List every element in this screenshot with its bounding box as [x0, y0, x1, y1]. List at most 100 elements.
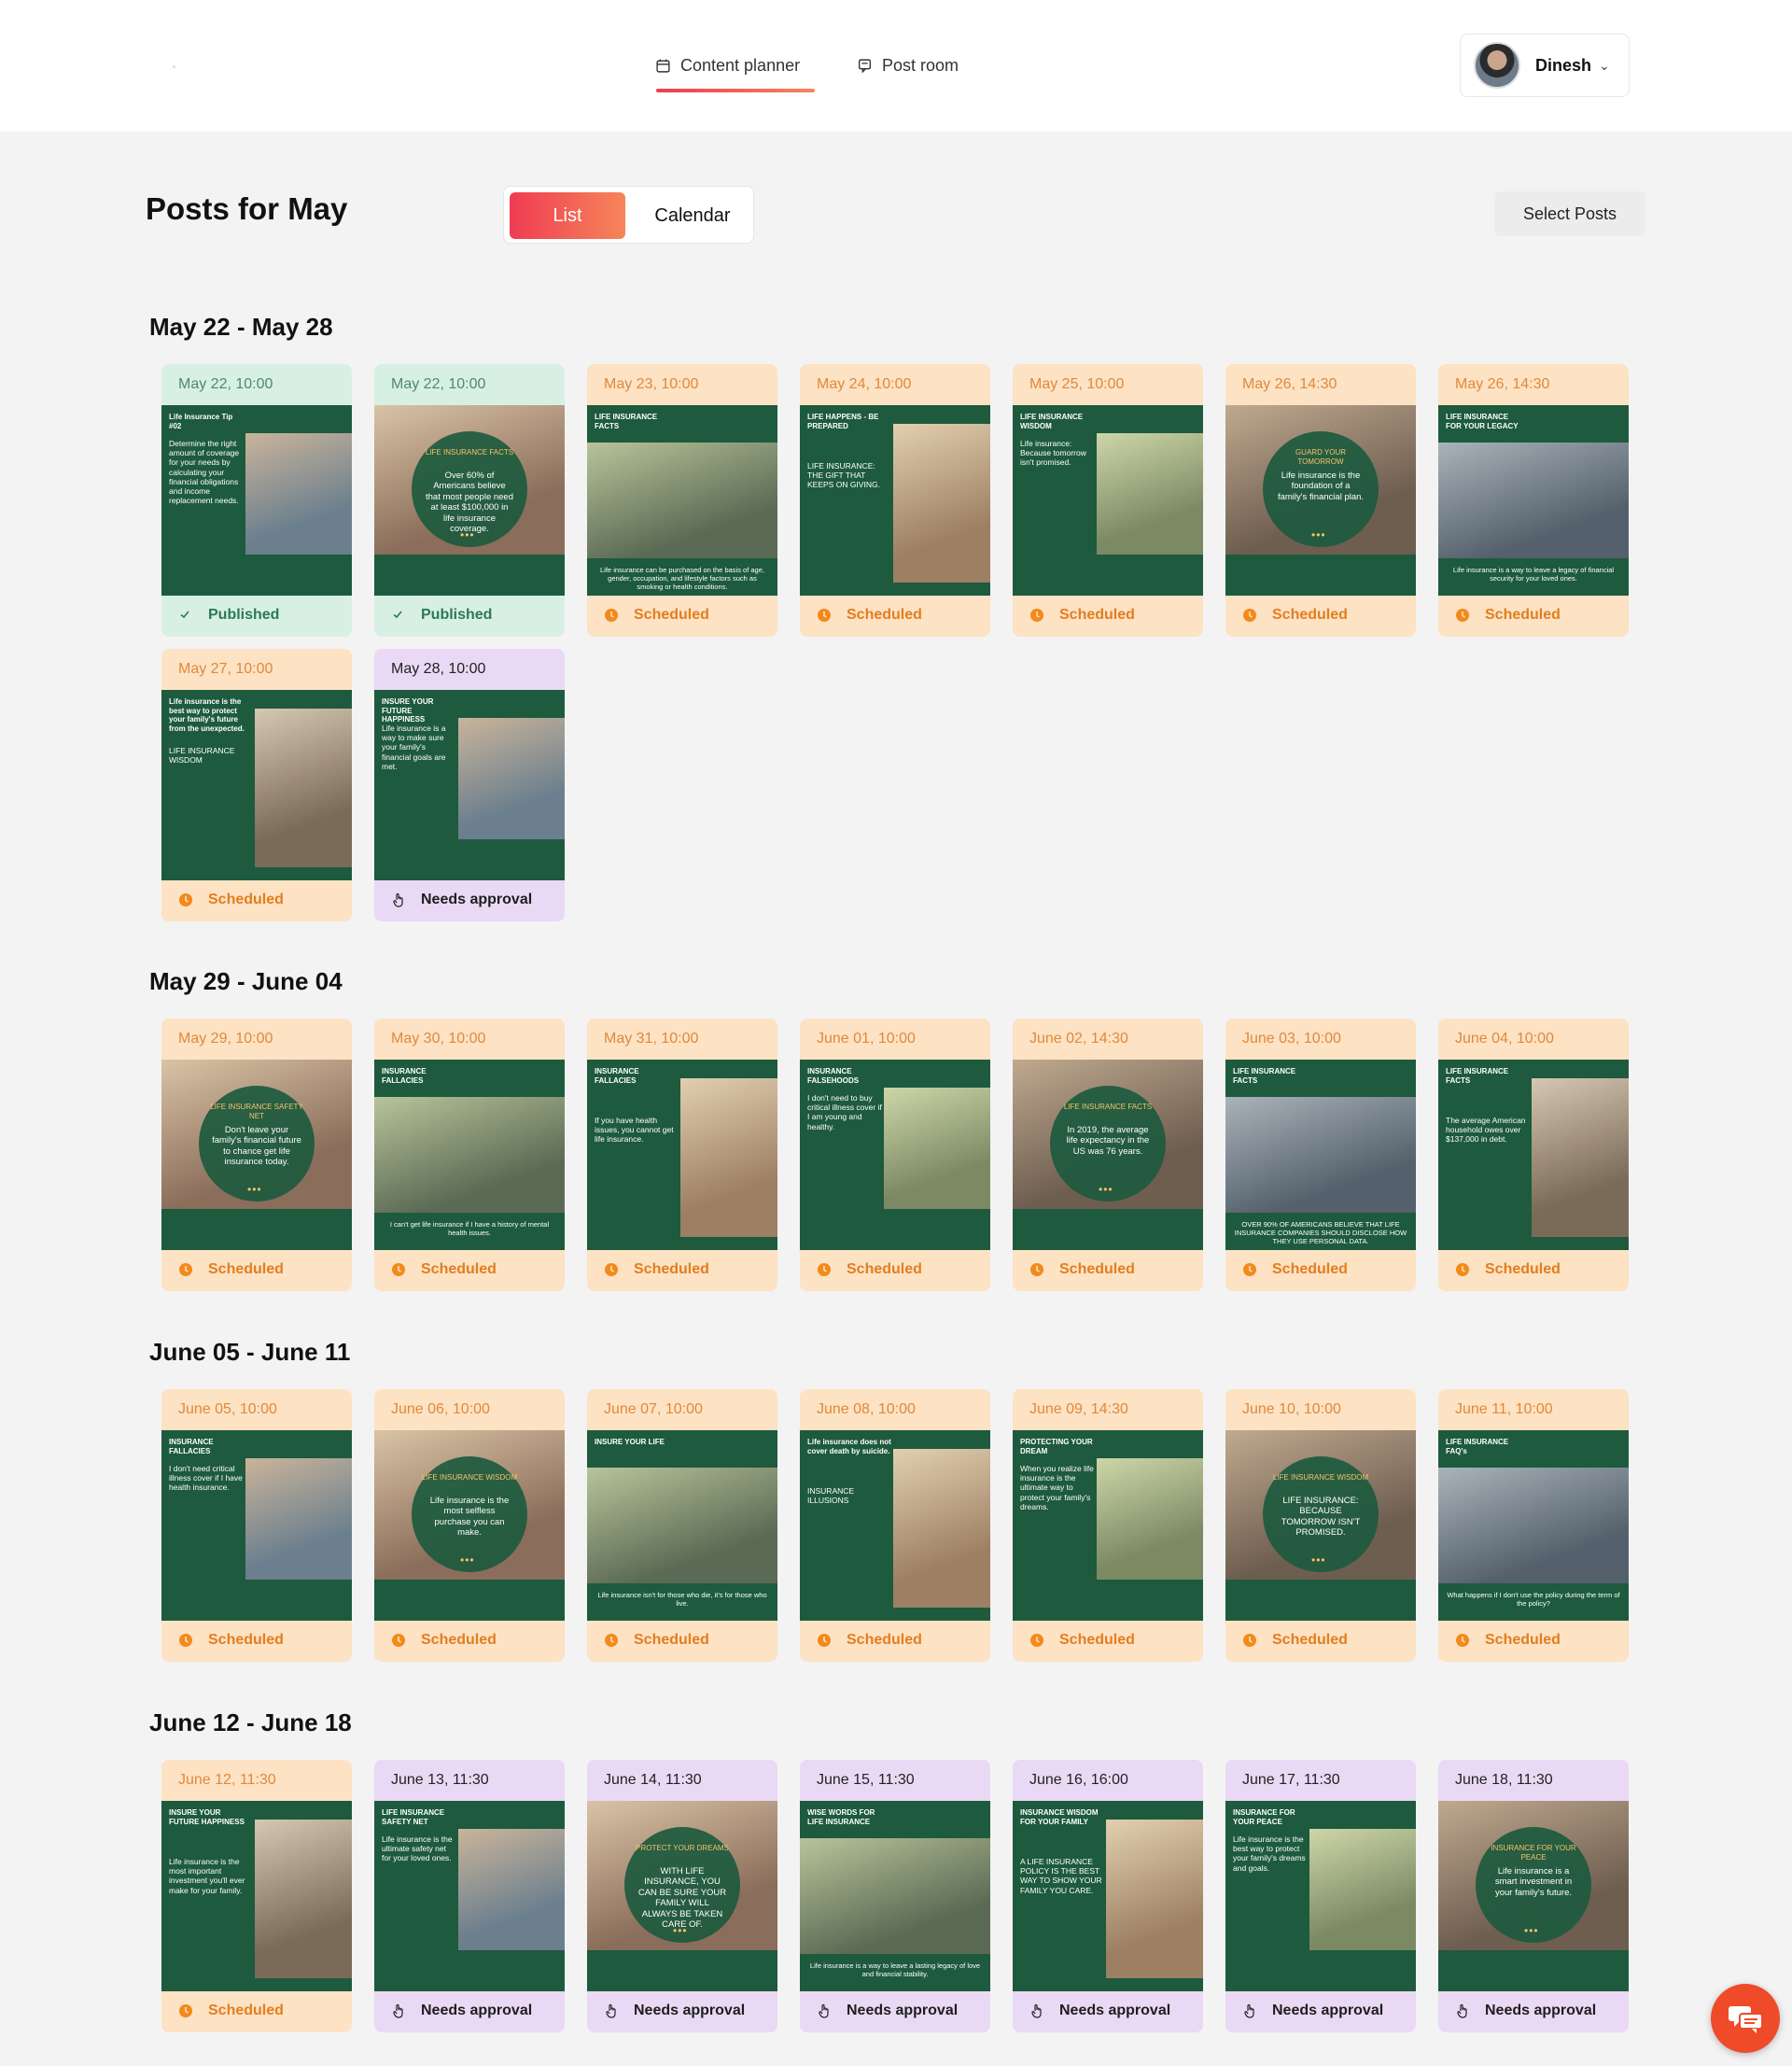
- post-date: June 15, 11:30: [817, 1772, 915, 1788]
- post-card[interactable]: May 30, 10:00 INSURANCE FALLACIES I can't …: [374, 1019, 565, 1291]
- week-title: May 29 - June 04: [149, 967, 343, 995]
- select-posts-button[interactable]: Select Posts: [1494, 191, 1645, 236]
- post-status: Scheduled: [178, 1632, 284, 1649]
- post-thumbnail: INSURANCE FALLACIES If you have health is…: [587, 1060, 777, 1250]
- chat-bubble-icon: [858, 58, 872, 74]
- post-photo: [458, 718, 565, 839]
- post-card[interactable]: June 06, 10:00 LIFE INSURANCE WISDOM Life …: [374, 1389, 565, 1662]
- post-heading: INSURANCE FALLACIES: [169, 1438, 214, 1455]
- post-date: May 29, 10:00: [178, 1031, 273, 1047]
- hand-pointer-icon: [604, 2003, 619, 2018]
- post-card[interactable]: June 05, 10:00 INSURANCE FALLACIES I don't…: [161, 1389, 352, 1662]
- post-status: Scheduled: [1242, 607, 1348, 624]
- top-navigation-bar: Content planner Post room Dinesh ⌄: [0, 0, 1792, 132]
- hand-pointer-icon: [1029, 2003, 1044, 2018]
- post-body: Don't leave your family's financial futu…: [212, 1125, 301, 1168]
- clock-icon: [817, 608, 832, 623]
- post-thumbnail: INSURE YOUR FUTURE HAPPINESS Life insuran…: [161, 1801, 352, 1991]
- post-thumbnail: LIFE HAPPENS - BE PREPARED LIFE INSURANCE…: [800, 405, 990, 596]
- clock-icon: [1455, 1633, 1470, 1648]
- post-heading: PROTECTING YOUR DREAM: [1020, 1438, 1093, 1455]
- post-body: What happens if I don't use the policy d…: [1447, 1591, 1620, 1608]
- post-status: Scheduled: [178, 892, 284, 908]
- post-card[interactable]: June 17, 11:30 INSURANCE FOR YOUR PEACE Li…: [1225, 1760, 1416, 2032]
- logo[interactable]: [173, 65, 175, 68]
- post-date: June 06, 10:00: [391, 1401, 490, 1417]
- post-body: A LIFE INSURANCE POLICY IS THE BEST WAY …: [1020, 1857, 1102, 1895]
- tab-content-planner[interactable]: Content planner: [655, 50, 800, 80]
- post-card[interactable]: June 08, 10:00 Life insurance does not co…: [800, 1389, 990, 1662]
- post-card[interactable]: June 03, 10:00 LIFE INSURANCE FACTS OVER 9…: [1225, 1019, 1416, 1291]
- post-card[interactable]: May 22, 10:00 LIFE INSURANCE FACTS Over 60…: [374, 364, 565, 637]
- post-heading: LIFE INSURANCE WISDOM: [421, 1473, 518, 1482]
- post-card[interactable]: June 16, 16:00 INSURANCE WISDOM FOR YOUR …: [1013, 1760, 1203, 2032]
- post-date: June 04, 10:00: [1455, 1031, 1554, 1047]
- clock-icon: [391, 1633, 406, 1648]
- decorative-band: [161, 562, 352, 596]
- user-name: Dinesh: [1535, 55, 1592, 75]
- clock-icon: [1242, 1262, 1257, 1277]
- post-card[interactable]: May 26, 14:30 GUARD YOUR TOMORROW Life ins…: [1225, 364, 1416, 637]
- chat-support-button[interactable]: [1711, 1984, 1780, 2053]
- post-card[interactable]: June 09, 14:30 PROTECTING YOUR DREAM When …: [1013, 1389, 1203, 1662]
- post-card[interactable]: June 11, 10:00 LIFE INSURANCE FAQ's What h…: [1438, 1389, 1629, 1662]
- post-status: Scheduled: [604, 1261, 709, 1278]
- post-card[interactable]: June 01, 10:00 INSURANCE FALSEHOODS I don'…: [800, 1019, 990, 1291]
- post-photo: [245, 1458, 352, 1580]
- post-status: Needs approval: [817, 2003, 958, 2019]
- post-card[interactable]: June 18, 11:30 INSURANCE FOR YOUR PEACE Li…: [1438, 1760, 1629, 2032]
- post-card[interactable]: May 22, 10:00 Life Insurance Tip #02 Deter…: [161, 364, 352, 637]
- post-card[interactable]: May 27, 10:00 Life insurance is the best …: [161, 649, 352, 921]
- post-card[interactable]: June 07, 10:00 INSURE YOUR LIFE Life insur…: [587, 1389, 777, 1662]
- post-body: Life insurance is the best way to protec…: [1233, 1834, 1306, 1873]
- post-card[interactable]: June 04, 10:00 LIFE INSURANCE FACTS The av…: [1438, 1019, 1629, 1291]
- post-card[interactable]: June 14, 11:30 PROTECT YOUR DREAMS WITH LI…: [587, 1760, 777, 2032]
- post-card[interactable]: May 25, 10:00 LIFE INSURANCE WISDOM Life i…: [1013, 364, 1203, 637]
- post-thumbnail: PROTECT YOUR DREAMS WITH LIFE INSURANCE, …: [587, 1801, 777, 1991]
- post-card[interactable]: May 23, 10:00 LIFE INSURANCE FACTS Life in…: [587, 364, 777, 637]
- post-thumbnail: LIFE INSURANCE FOR YOUR LEGACY Life insur…: [1438, 405, 1629, 596]
- post-card[interactable]: May 26, 14:30 LIFE INSURANCE FOR YOUR LEG…: [1438, 364, 1629, 637]
- post-date: June 16, 16:00: [1029, 1772, 1128, 1788]
- post-card[interactable]: May 29, 10:00 LIFE INSURANCE SAFETY NET Do…: [161, 1019, 352, 1291]
- post-status-label: Needs approval: [1059, 2003, 1171, 2018]
- post-thumbnail: PROTECTING YOUR DREAM When you realize li…: [1013, 1430, 1203, 1621]
- post-thumbnail: INSURANCE FOR YOUR PEACE Life insurance i…: [1438, 1801, 1629, 1991]
- post-card[interactable]: June 02, 14:30 LIFE INSURANCE FACTS In 201…: [1013, 1019, 1203, 1291]
- post-photo: [255, 1820, 352, 1978]
- post-status-label: Needs approval: [421, 2003, 533, 2018]
- post-body: INSURANCE ILLUSIONS: [807, 1486, 855, 1506]
- ellipsis-icon: •••: [1524, 1924, 1539, 1937]
- post-card[interactable]: June 15, 11:30 WISE WORDS FOR LIFE INSURA…: [800, 1760, 990, 2032]
- hand-pointer-icon: [1242, 2003, 1257, 2018]
- post-heading: LIFE INSURANCE FACTS: [1233, 1067, 1296, 1085]
- post-card[interactable]: May 31, 10:00 INSURANCE FALLACIES If you h…: [587, 1019, 777, 1291]
- post-heading: INSURANCE FOR YOUR PEACE: [1233, 1808, 1295, 1826]
- post-thumbnail: INSURE YOUR FUTURE HAPPINESS Life insuran…: [374, 690, 565, 880]
- decorative-band: [1013, 562, 1203, 596]
- post-photo: [680, 1078, 777, 1237]
- list-view-button[interactable]: List: [510, 192, 625, 239]
- post-status-label: Needs approval: [1485, 2003, 1597, 2018]
- post-card[interactable]: June 12, 11:30 INSURE YOUR FUTURE HAPPINE…: [161, 1760, 352, 2032]
- post-card[interactable]: May 28, 10:00 INSURE YOUR FUTURE HAPPINES…: [374, 649, 565, 921]
- tab-post-room[interactable]: Post room: [857, 50, 959, 80]
- post-card[interactable]: June 10, 10:00 LIFE INSURANCE WISDOM LIFE …: [1225, 1389, 1416, 1662]
- post-body: LIFE INSURANCE: BECAUSE TOMORROW ISN'T P…: [1281, 1496, 1361, 1539]
- week-title: June 12 - June 18: [149, 1708, 352, 1736]
- post-status-label: Scheduled: [634, 1261, 709, 1277]
- post-body: Life insurance is a smart investment in …: [1494, 1866, 1573, 1898]
- post-status-label: Scheduled: [208, 892, 284, 907]
- post-card[interactable]: May 24, 10:00 LIFE HAPPENS - BE PREPARED L…: [800, 364, 990, 637]
- post-date: June 18, 11:30: [1455, 1772, 1553, 1788]
- post-card[interactable]: June 13, 11:30 LIFE INSURANCE SAFETY NET L…: [374, 1760, 565, 2032]
- user-menu[interactable]: Dinesh ⌄: [1460, 34, 1630, 97]
- ellipsis-icon: •••: [1099, 1183, 1113, 1196]
- active-tab-indicator: [656, 89, 815, 92]
- post-date: June 03, 10:00: [1242, 1031, 1341, 1047]
- post-status: Scheduled: [1029, 1632, 1135, 1649]
- post-heading: LIFE INSURANCE WISDOM: [1272, 1473, 1369, 1482]
- clock-icon: [178, 892, 193, 907]
- calendar-view-button[interactable]: Calendar: [635, 192, 750, 239]
- ellipsis-icon: •••: [673, 1924, 688, 1937]
